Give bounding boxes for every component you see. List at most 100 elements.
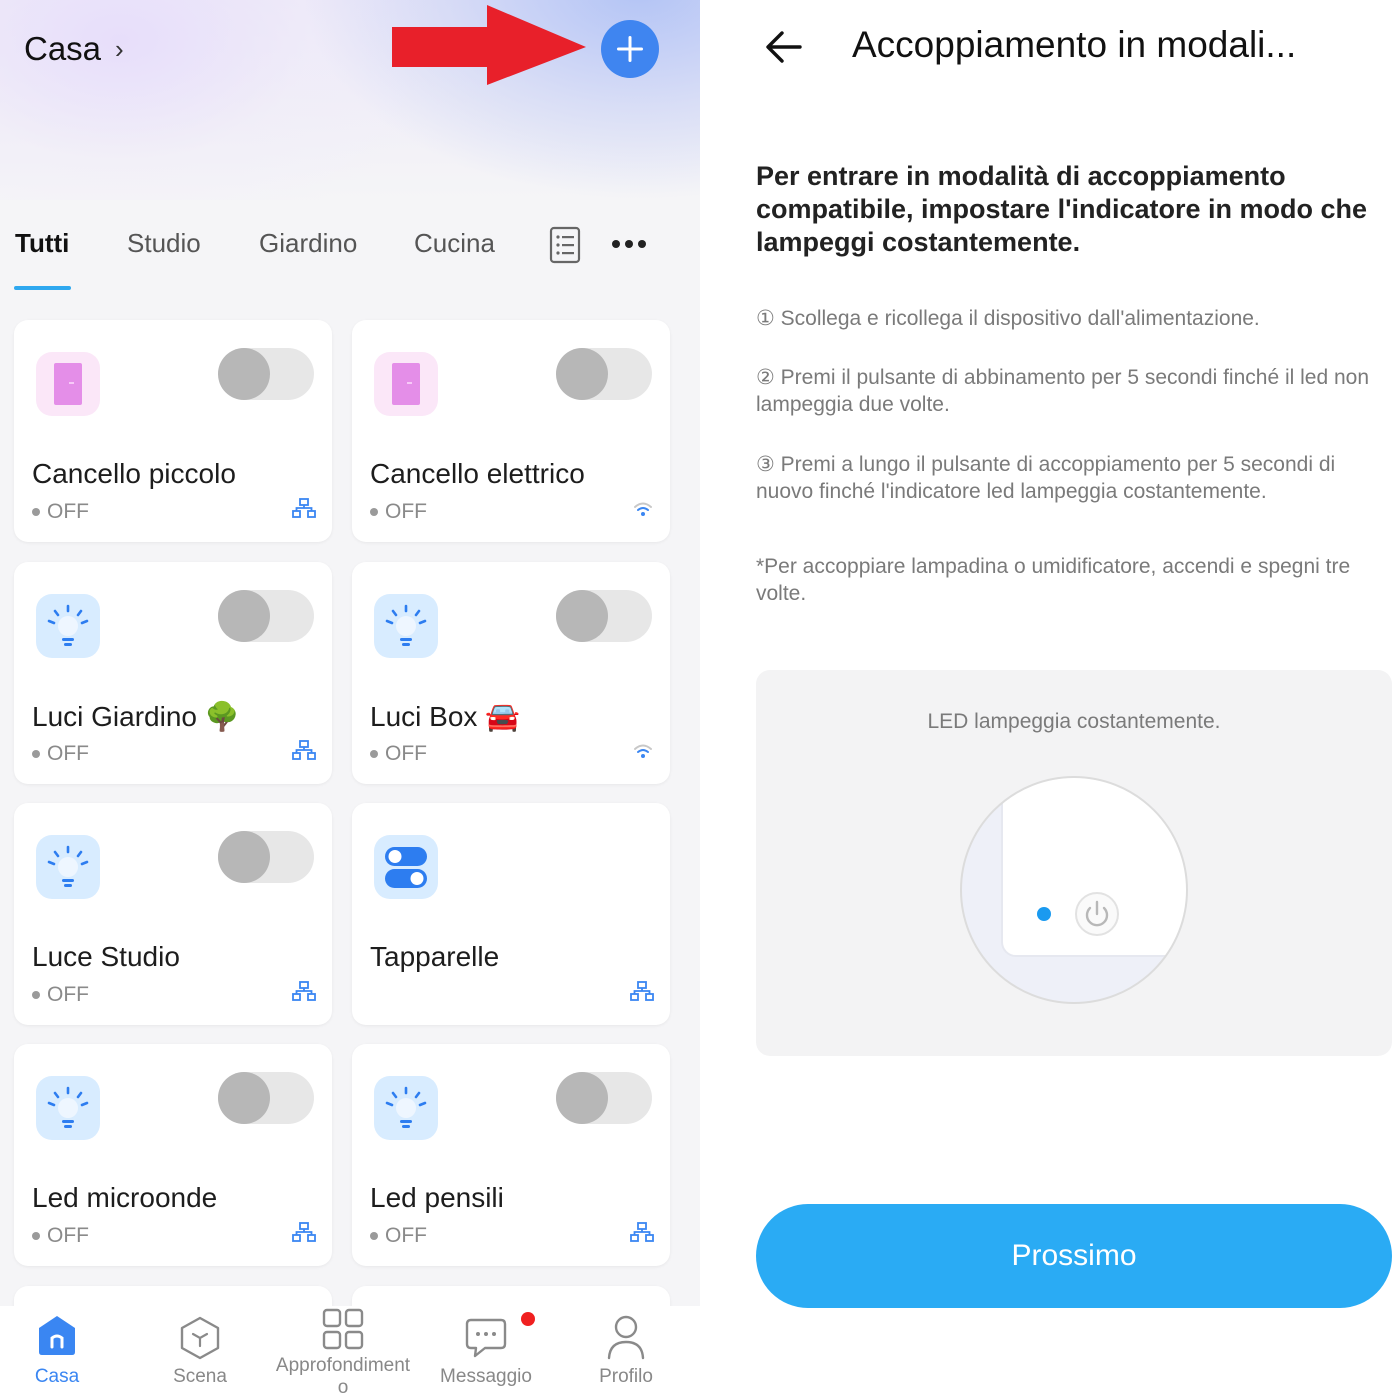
home-screen: Casa › Tutti Studio Giardino Cucina Canc… xyxy=(0,0,700,1400)
next-button[interactable]: Prossimo xyxy=(756,1204,1392,1308)
power-toggle[interactable] xyxy=(556,590,652,642)
bulb-icon xyxy=(374,594,438,658)
home-title: Casa xyxy=(24,30,102,67)
grid-icon xyxy=(322,1308,364,1350)
device-status-text: OFF xyxy=(47,742,89,765)
bulb-icon xyxy=(374,1076,438,1140)
plus-icon xyxy=(617,36,643,62)
back-arrow-icon[interactable] xyxy=(766,30,802,64)
toggle-knob xyxy=(218,1072,270,1124)
bottom-navigation: Casa Scena Approfondiment o Messaggio Pr… xyxy=(0,1306,700,1400)
device-name: Tapparelle xyxy=(370,941,500,972)
tab-studio[interactable]: Studio xyxy=(127,228,201,259)
device-card[interactable]: Luci Giardino 🌳 OFF xyxy=(14,562,332,784)
toggle-knob xyxy=(556,590,608,642)
device-status: OFF xyxy=(370,742,427,766)
step-3: ③ Premi a lungo il pulsante di accoppiam… xyxy=(756,453,1336,503)
zigbee-mesh-icon xyxy=(630,981,654,1001)
screen-title: Accoppiamento in modali... xyxy=(852,24,1297,65)
status-dot xyxy=(370,508,378,516)
device-name: Led microonde xyxy=(32,1182,218,1213)
wifi-icon xyxy=(634,744,652,758)
home-selector[interactable]: Casa › xyxy=(24,30,124,68)
power-toggle[interactable] xyxy=(218,831,314,883)
power-toggle[interactable] xyxy=(218,590,314,642)
device-status-text: OFF xyxy=(385,1224,427,1247)
device-card[interactable]: Cancello piccolo OFF xyxy=(14,320,332,542)
toggle-knob xyxy=(556,348,608,400)
led-illustration-panel: LED lampeggia costantemente. xyxy=(756,670,1392,1056)
device-name: Led pensili xyxy=(370,1182,504,1213)
pairing-screen: Accoppiamento in modali... Per entrare i… xyxy=(700,0,1400,1400)
device-status-text: OFF xyxy=(47,1224,89,1247)
nav-label-messaggio: Messaggio xyxy=(440,1366,532,1387)
zigbee-mesh-icon xyxy=(292,1222,316,1242)
device-status: OFF xyxy=(32,742,89,766)
profile-icon xyxy=(607,1315,645,1360)
tab-tutti[interactable]: Tutti xyxy=(15,228,69,259)
nav-label-scena: Scena xyxy=(173,1366,227,1387)
bulb-icon xyxy=(36,594,100,658)
status-dot xyxy=(32,991,40,999)
add-device-button[interactable] xyxy=(601,20,659,78)
device-led-illustration xyxy=(960,776,1188,1004)
nav-label-approfondimento: Approfondiment o xyxy=(275,1355,411,1398)
device-status: OFF xyxy=(370,500,427,524)
power-toggle[interactable] xyxy=(218,348,314,400)
power-toggle[interactable] xyxy=(218,1072,314,1124)
toggle-knob xyxy=(218,348,270,400)
status-dot xyxy=(32,750,40,758)
more-options-icon[interactable] xyxy=(612,240,646,248)
bulb-icon xyxy=(36,1076,100,1140)
instructions-heading: Per entrare in modalità di accoppiamento… xyxy=(756,161,1368,257)
toggle-knob xyxy=(218,831,270,883)
door-icon xyxy=(36,352,100,416)
device-name: Cancello piccolo xyxy=(32,458,236,489)
device-status-text: OFF xyxy=(47,500,89,523)
message-icon xyxy=(465,1318,507,1358)
status-dot xyxy=(32,508,40,516)
device-name: Luci Giardino 🌳 xyxy=(32,701,240,732)
annotation-arrow xyxy=(392,5,586,85)
zigbee-mesh-icon xyxy=(292,498,316,518)
device-card[interactable]: Cancello elettrico OFF xyxy=(352,320,670,542)
device-status-text: OFF xyxy=(47,983,89,1006)
nav-label-casa: Casa xyxy=(34,1366,80,1387)
room-list-icon[interactable] xyxy=(549,226,583,264)
room-tabs: Tutti Studio Giardino Cucina xyxy=(0,222,700,292)
zigbee-mesh-icon xyxy=(630,1222,654,1242)
toggle-knob xyxy=(556,1072,608,1124)
door-icon xyxy=(374,352,438,416)
step-2: ② Premi il pulsante di abbinamento per 5… xyxy=(756,366,1370,416)
bulb-icon xyxy=(36,835,100,899)
device-card[interactable]: Led pensili OFF xyxy=(352,1044,670,1266)
tab-giardino[interactable]: Giardino xyxy=(259,228,357,259)
device-status: OFF xyxy=(32,500,89,524)
device-status: OFF xyxy=(370,1224,427,1248)
toggle-knob xyxy=(218,590,270,642)
device-name: Luci Box 🚘 xyxy=(370,701,521,732)
zigbee-mesh-icon xyxy=(292,981,316,1001)
zigbee-mesh-icon xyxy=(292,740,316,760)
device-status: OFF xyxy=(32,1224,89,1248)
device-card[interactable]: Tapparelle xyxy=(352,803,670,1025)
led-dot xyxy=(1037,907,1051,921)
status-dot xyxy=(32,1232,40,1240)
device-card[interactable]: Led microonde OFF xyxy=(14,1044,332,1266)
illustration-caption: LED lampeggia costantemente. xyxy=(927,710,1221,733)
tab-cucina[interactable]: Cucina xyxy=(414,228,495,259)
home-icon xyxy=(39,1316,75,1355)
power-toggle[interactable] xyxy=(556,1072,652,1124)
scene-icon xyxy=(180,1316,220,1360)
power-toggle[interactable] xyxy=(556,348,652,400)
device-name: Cancello elettrico xyxy=(370,458,585,489)
device-card[interactable]: Luci Box 🚘 OFF xyxy=(352,562,670,784)
device-card[interactable]: Luce Studio OFF xyxy=(14,803,332,1025)
device-status-text: OFF xyxy=(385,742,427,765)
status-dot xyxy=(370,1232,378,1240)
nav-label-profilo: Profilo xyxy=(599,1366,653,1387)
switches-icon xyxy=(374,835,438,899)
step-1: ① Scollega e ricollega il dispositivo da… xyxy=(756,307,1260,330)
device-status-text: OFF xyxy=(385,500,427,523)
notification-badge xyxy=(521,1312,535,1326)
